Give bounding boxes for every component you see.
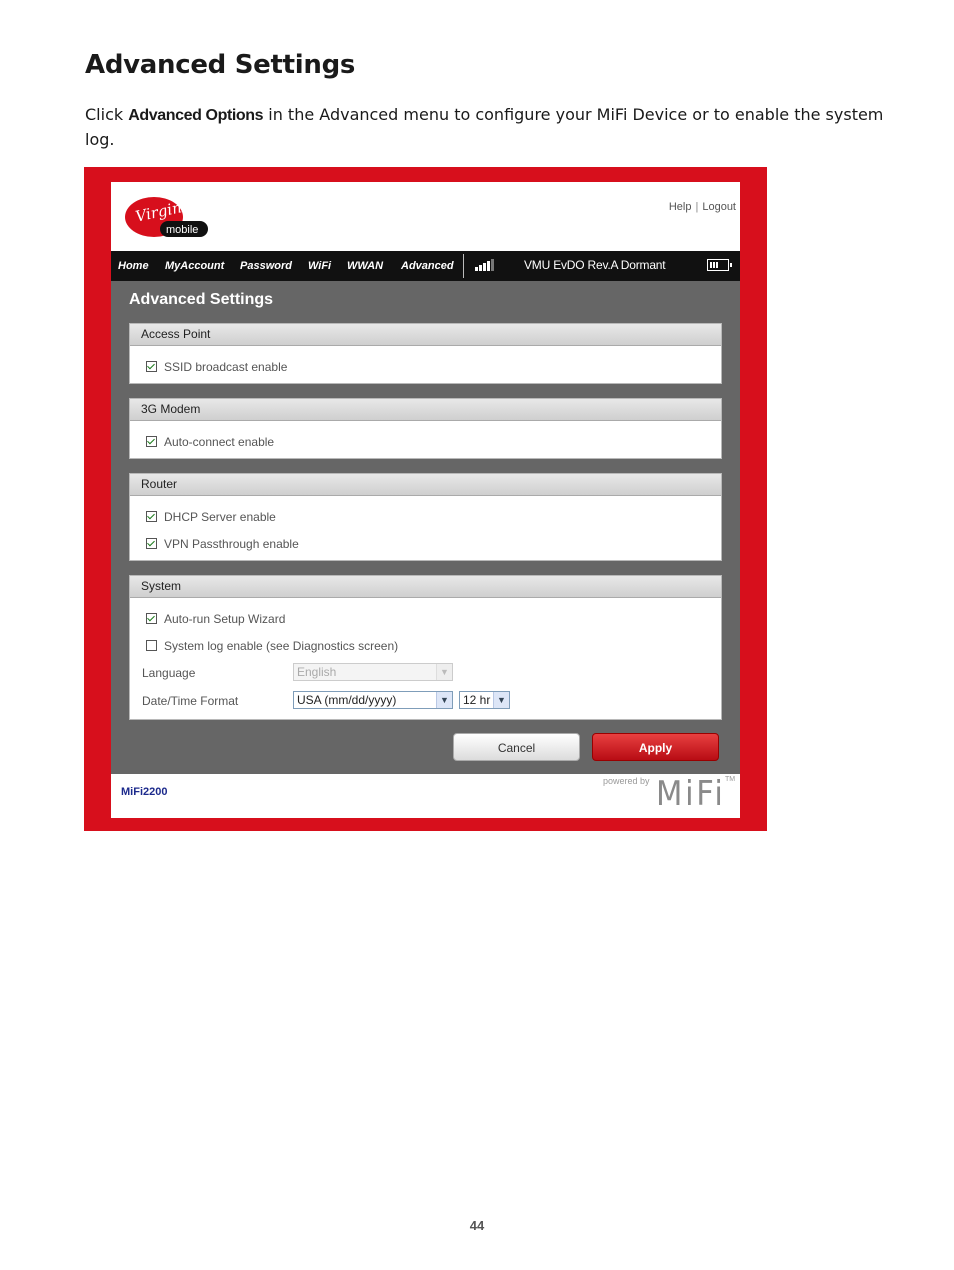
panel-title: Access Point xyxy=(130,324,721,346)
chevron-down-icon: ▼ xyxy=(493,692,509,708)
apply-button[interactable]: Apply xyxy=(592,733,719,761)
chevron-down-icon: ▼ xyxy=(436,692,452,708)
network-status: VMU EvDO Rev.A Dormant xyxy=(524,258,666,272)
battery-icon xyxy=(707,259,732,271)
powered-by-text: powered by xyxy=(603,776,650,786)
ssid-broadcast-checkbox[interactable] xyxy=(146,361,157,372)
dhcp-checkbox[interactable] xyxy=(146,511,157,522)
nav-item-home[interactable]: Home xyxy=(118,260,149,272)
nav-item-wwan[interactable]: WWAN xyxy=(347,260,383,272)
help-links: Help | Logout xyxy=(669,201,736,213)
screenshot-frame: Virgin mobile Help | Logout Home MyAccount… xyxy=(84,167,767,831)
mifi-admin-screen: Virgin mobile Help | Logout Home MyAccount… xyxy=(111,182,740,818)
language-label: Language xyxy=(142,666,196,680)
date-format-select[interactable]: USA (mm/dd/yyyy) ▼ xyxy=(293,691,453,709)
model-name: MiFi2200 xyxy=(121,786,168,798)
language-value: English xyxy=(297,665,337,679)
document-intro: Click Advanced Options in the Advanced m… xyxy=(85,103,885,152)
logout-link[interactable]: Logout xyxy=(702,201,736,213)
access-point-panel: Access Point SSID broadcast enable xyxy=(129,323,722,384)
ssid-broadcast-label: SSID broadcast enable xyxy=(164,360,288,374)
datetime-format-label: Date/Time Format xyxy=(142,694,239,708)
system-log-checkbox[interactable] xyxy=(146,640,157,651)
trademark-mark: TM xyxy=(725,776,736,783)
chevron-down-icon: ▼ xyxy=(436,664,452,680)
panel-title: System xyxy=(130,576,721,598)
vpn-checkbox[interactable] xyxy=(146,538,157,549)
router-panel: Router DHCP Server enable VPN Passthroug… xyxy=(129,473,722,561)
virgin-mobile-logo: Virgin mobile xyxy=(125,197,208,237)
auto-connect-label: Auto-connect enable xyxy=(164,435,275,449)
logo-mobile-text: mobile xyxy=(166,224,198,236)
intro-bold-term: Advanced Options xyxy=(128,107,264,124)
vpn-label: VPN Passthrough enable xyxy=(164,537,299,551)
time-format-value: 12 hr xyxy=(463,693,491,707)
panel-title: Router xyxy=(130,474,721,496)
auto-run-checkbox[interactable] xyxy=(146,613,157,624)
date-format-value: USA (mm/dd/yyyy) xyxy=(297,693,397,707)
nav-bar: Home MyAccount Password WiFi WWAN Advanc… xyxy=(111,251,740,282)
system-panel: System Auto-run Setup Wizard System log … xyxy=(129,575,722,720)
mifi-logo: MiFi xyxy=(656,774,726,814)
modem-panel: 3G Modem Auto-connect enable xyxy=(129,398,722,459)
nav-item-password[interactable]: Password xyxy=(240,260,292,272)
dhcp-label: DHCP Server enable xyxy=(164,510,276,524)
document-title: Advanced Settings xyxy=(85,50,356,80)
time-format-select[interactable]: 12 hr ▼ xyxy=(459,691,510,709)
nav-item-advanced[interactable]: Advanced xyxy=(401,260,454,272)
nav-item-wifi[interactable]: WiFi xyxy=(308,260,331,272)
auto-connect-checkbox[interactable] xyxy=(146,436,157,447)
panel-title: 3G Modem xyxy=(130,399,721,421)
cancel-button[interactable]: Cancel xyxy=(453,733,580,761)
main-content: Advanced Settings Access Point SSID broa… xyxy=(111,281,740,774)
language-select[interactable]: English ▼ xyxy=(293,663,453,681)
help-link[interactable]: Help xyxy=(669,201,692,213)
nav-item-myaccount[interactable]: MyAccount xyxy=(165,260,224,272)
page-number: 44 xyxy=(469,1218,485,1233)
signal-bars-icon xyxy=(475,259,495,271)
footer: MiFi2200 powered by MiFi TM xyxy=(111,774,740,818)
system-log-label: System log enable (see Diagnostics scree… xyxy=(164,639,399,653)
link-separator: | xyxy=(695,201,699,213)
intro-prefix: Click xyxy=(85,105,129,124)
page-title: Advanced Settings xyxy=(129,291,274,308)
auto-run-label: Auto-run Setup Wizard xyxy=(164,612,286,626)
nav-divider xyxy=(463,254,464,278)
header: Virgin mobile Help | Logout xyxy=(111,182,740,252)
